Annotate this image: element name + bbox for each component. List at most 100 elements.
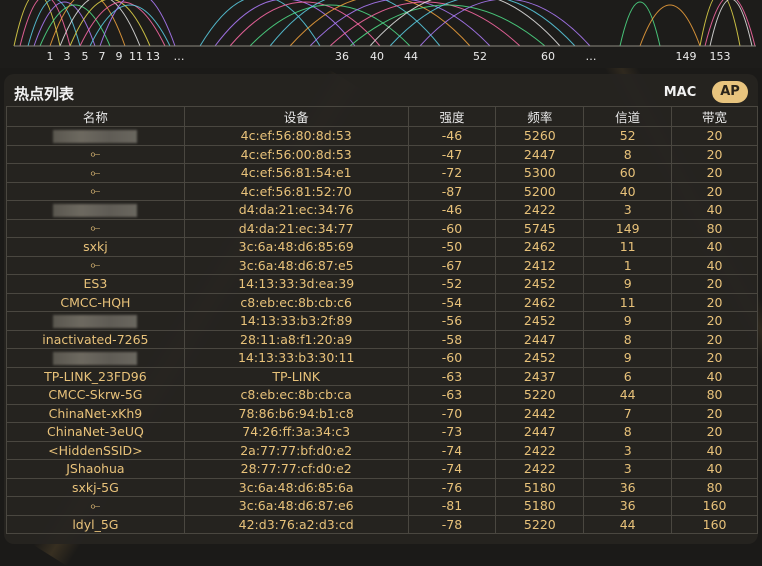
cell-channel: 11 bbox=[583, 292, 673, 312]
table-row[interactable]: sxkj-5G 3c:6a:48:d6:85:6a -76 5180 36 80 bbox=[6, 477, 758, 497]
table-row[interactable]: 14:13:33:b3:2f:89 -56 2452 9 20 bbox=[6, 311, 758, 331]
cell-device: 14:13:33:3d:ea:39 bbox=[183, 274, 409, 294]
table-row[interactable]: CMCC-Skrw-5G c8:eb:ec:8b:cb:ca -63 5220 44 80 bbox=[6, 385, 758, 405]
cell-frequency: 2422 bbox=[495, 200, 585, 220]
cell-strength: -63 bbox=[407, 366, 497, 386]
cell-bandwidth: 20 bbox=[671, 311, 758, 331]
table-row[interactable]: ⟜ 4c:ef:56:81:52:70 -87 5200 40 20 bbox=[6, 181, 758, 201]
cell-channel: 8 bbox=[583, 422, 673, 442]
cell-device: 28:77:77:cf:d0:e2 bbox=[183, 459, 409, 479]
cell-bandwidth: 160 bbox=[671, 514, 758, 534]
cell-frequency: 2422 bbox=[495, 459, 585, 479]
cell-device: 3c:6a:48:d6:85:6a bbox=[183, 477, 409, 497]
table-row[interactable]: inactivated-7265 28:11:a8:f1:20:a9 -58 2447… bbox=[6, 329, 758, 349]
channel-axis-label: 149 bbox=[675, 50, 697, 63]
cell-channel: 8 bbox=[583, 144, 673, 164]
channel-graph: 1 3 5 7 9 11 13… 36 40 44 52 60… 149 153 bbox=[0, 0, 762, 68]
table-row[interactable]: d4:da:21:ec:34:76 -46 2422 3 40 bbox=[6, 200, 758, 220]
cell-name bbox=[6, 348, 185, 368]
cell-bandwidth: 80 bbox=[671, 477, 758, 497]
cell-strength: -73 bbox=[407, 422, 497, 442]
cell-bandwidth: 20 bbox=[671, 163, 758, 183]
cell-strength: -47 bbox=[407, 144, 497, 164]
cell-strength: -50 bbox=[407, 237, 497, 257]
header-strength[interactable]: 强度 bbox=[407, 106, 497, 127]
cell-channel: 3 bbox=[583, 200, 673, 220]
cell-name: ⟜ bbox=[6, 218, 185, 238]
cell-channel: 3 bbox=[583, 440, 673, 460]
signal-curve bbox=[699, 0, 741, 47]
table-row[interactable]: ⟜ d4:da:21:ec:34:77 -60 5745 149 80 bbox=[6, 218, 758, 238]
cell-frequency: 5745 bbox=[495, 218, 585, 238]
cell-name: ⟜ bbox=[6, 255, 185, 275]
table-row[interactable]: ldyl_5G 42:d3:76:a2:d3:cd -78 5220 44 160 bbox=[6, 514, 758, 534]
cell-frequency: 2412 bbox=[495, 255, 585, 275]
cell-bandwidth: 20 bbox=[671, 348, 758, 368]
cell-bandwidth: 40 bbox=[671, 440, 758, 460]
cell-frequency: 5180 bbox=[495, 477, 585, 497]
table-row[interactable]: ChinaNet-xKh9 78:86:b6:94:b1:c8 -70 2442 7 20 bbox=[6, 403, 758, 423]
cell-name: ⟜ bbox=[6, 181, 185, 201]
table-row[interactable]: ⟜ 3c:6a:48:d6:87:e6 -81 5180 36 160 bbox=[6, 496, 758, 516]
redacted-name bbox=[53, 352, 138, 366]
table-row[interactable]: ⟜ 3c:6a:48:d6:87:e5 -67 2412 1 40 bbox=[6, 255, 758, 275]
cell-channel: 36 bbox=[583, 496, 673, 516]
cell-strength: -52 bbox=[407, 274, 497, 294]
cell-channel: 6 bbox=[583, 366, 673, 386]
cell-frequency: 2452 bbox=[495, 274, 585, 294]
redacted-name bbox=[53, 130, 138, 144]
cell-bandwidth: 20 bbox=[671, 274, 758, 294]
cell-device: d4:da:21:ec:34:77 bbox=[183, 218, 409, 238]
header-device[interactable]: 设备 bbox=[183, 106, 409, 127]
cell-device: 3c:6a:48:d6:85:69 bbox=[183, 237, 409, 257]
redacted-name bbox=[53, 204, 138, 218]
table-row[interactable]: ES3 14:13:33:3d:ea:39 -52 2452 9 20 bbox=[6, 274, 758, 294]
cell-bandwidth: 160 bbox=[671, 496, 758, 516]
header-bandwidth[interactable]: 带宽 bbox=[671, 106, 758, 127]
signal-curve bbox=[199, 0, 321, 47]
channel-axis-label: 7 bbox=[98, 50, 106, 63]
cell-frequency: 5220 bbox=[495, 385, 585, 405]
table-row[interactable]: ChinaNet-3eUQ 74:26:ff:3a:34:c3 -73 2447 8 20 bbox=[6, 422, 758, 442]
cell-channel: 60 bbox=[583, 163, 673, 183]
cell-name: CMCC-Skrw-5G bbox=[6, 385, 185, 405]
cell-device: TP-LINK bbox=[183, 366, 409, 386]
table-row[interactable]: TP-LINK_23FD96 TP-LINK -63 2437 6 40 bbox=[6, 366, 758, 386]
cell-name: inactivated-7265 bbox=[6, 329, 185, 349]
cell-frequency: 2462 bbox=[495, 237, 585, 257]
table-row[interactable]: ⟜ 4c:ef:56:00:8d:53 -47 2447 8 20 bbox=[6, 144, 758, 164]
mac-mode-button[interactable]: MAC bbox=[660, 83, 700, 103]
cell-strength: -60 bbox=[407, 348, 497, 368]
cell-device: 4c:ef:56:81:54:e1 bbox=[183, 163, 409, 183]
cell-bandwidth: 20 bbox=[671, 292, 758, 312]
channel-axis-label: 9 bbox=[115, 50, 123, 63]
table-row[interactable]: CMCC-HQH c8:eb:ec:8b:cb:c6 -54 2462 11 20 bbox=[6, 292, 758, 312]
redacted-name bbox=[53, 315, 138, 329]
table-row[interactable]: sxkj 3c:6a:48:d6:85:69 -50 2462 11 40 bbox=[6, 237, 758, 257]
cell-frequency: 5260 bbox=[495, 126, 585, 146]
cell-device: 4c:ef:56:00:8d:53 bbox=[183, 144, 409, 164]
channel-axis-label: 11 bbox=[129, 50, 143, 63]
cell-device: 14:13:33:b3:30:11 bbox=[183, 348, 409, 368]
cell-strength: -63 bbox=[407, 385, 497, 405]
table-header-row: 名称 设备 强度 频率 信道 带宽 bbox=[6, 106, 758, 127]
header-frequency[interactable]: 频率 bbox=[495, 106, 585, 127]
cell-channel: 149 bbox=[583, 218, 673, 238]
table-row[interactable]: <HiddenSSID> 2a:77:77:bf:d0:e2 -74 2422 3 40 bbox=[6, 440, 758, 460]
signal-curve bbox=[59, 0, 141, 47]
table-row[interactable]: JShaohua 28:77:77:cf:d0:e2 -74 2422 3 40 bbox=[6, 459, 758, 479]
table-row[interactable]: ⟜ 4c:ef:56:81:54:e1 -72 5300 60 20 bbox=[6, 163, 758, 183]
cell-name bbox=[6, 311, 185, 331]
header-name[interactable]: 名称 bbox=[6, 106, 185, 127]
channel-axis-label: 153 bbox=[709, 50, 731, 63]
cell-device: 4c:ef:56:81:52:70 bbox=[183, 181, 409, 201]
ap-mode-button[interactable]: AP bbox=[712, 81, 748, 103]
cell-frequency: 2462 bbox=[495, 292, 585, 312]
cell-device: 2a:77:77:bf:d0:e2 bbox=[183, 440, 409, 460]
table-row[interactable]: 14:13:33:b3:30:11 -60 2452 9 20 bbox=[6, 348, 758, 368]
header-channel[interactable]: 信道 bbox=[583, 106, 673, 127]
cell-strength: -72 bbox=[407, 163, 497, 183]
cell-device: c8:eb:ec:8b:cb:ca bbox=[183, 385, 409, 405]
cell-bandwidth: 20 bbox=[671, 403, 758, 423]
table-row[interactable]: 4c:ef:56:80:8d:53 -46 5260 52 20 bbox=[6, 126, 758, 146]
